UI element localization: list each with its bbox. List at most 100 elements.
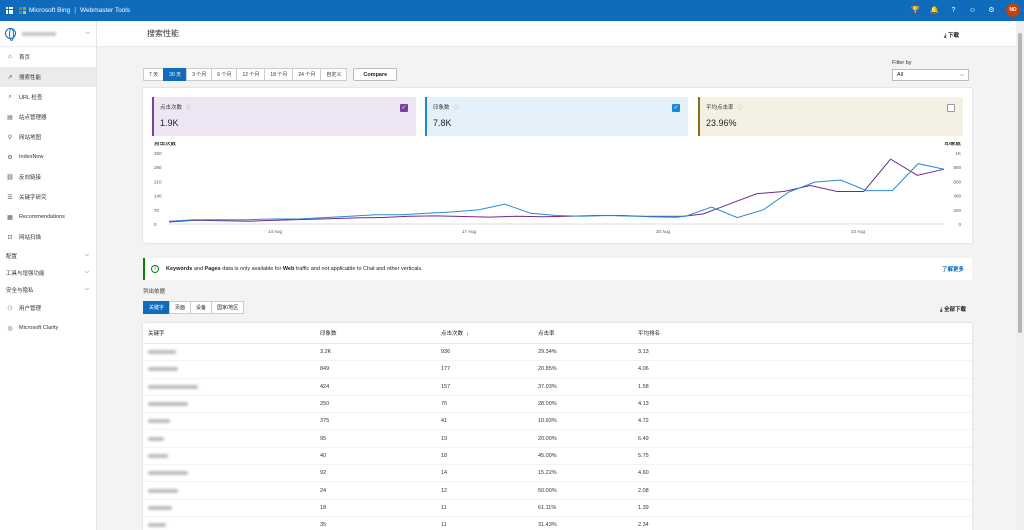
table-row[interactable]: 95 19 20.00% 6.49 [143,430,972,448]
table-row[interactable]: 375 41 10.93% 4.72 [143,413,972,431]
sidebar-item-search[interactable]: ⌕ URL 检查 [0,87,96,107]
sidebar-item-list[interactable]: ☰ 关键字研究 [0,187,96,207]
cell-pos: 1.39 [638,504,649,511]
help-icon[interactable]: ? [949,7,958,14]
tab-date-range[interactable]: 24 个月 [292,68,322,81]
sidebar-item-link[interactable]: ⛓ 反向链接 [0,167,96,187]
tab-date-range[interactable]: 3 个月 [186,68,213,81]
metric-label-text: 印象数 [433,105,450,111]
metric-checkbox[interactable]: ✓ [672,104,680,112]
chevron-down-icon: ⌵ [84,269,89,275]
sidebar-item-label: 网站地图 [19,135,42,141]
keyword-redacted [148,453,168,458]
table-row[interactable]: 250 70 28.00% 4.13 [143,396,972,414]
tab-date-range[interactable]: 18 个月 [264,68,294,81]
performance-chart: 点击次数 印象数 0 0 70 200 140 400 210 600 280 800 350 1K 14 … [143,139,972,243]
sidebar-item-document[interactable]: ▤ 站点管理器 [0,107,96,127]
sidebar-item-label: 站点管理器 [19,115,47,121]
table-row[interactable]: 40 18 45.00% 5.75 [143,448,972,466]
tab-date-range[interactable]: 自定义 [320,68,348,81]
metric-card[interactable]: 平均点击率 ⓘ 23.96% [698,97,963,136]
info-icon[interactable]: ⓘ [738,105,743,111]
tab-date-range[interactable]: 6 个月 [211,68,238,81]
metric-card[interactable]: 印象数 ⓘ 7.8K ✓ [425,97,688,136]
sidebar-item-sitemap[interactable]: ⚲ 网站地图 [0,127,96,147]
sidebar-item-trend[interactable]: ↗ 搜索性能 [0,67,96,87]
tab-date-range[interactable]: 7 天 [143,68,165,81]
filter-label: Filter by [892,60,912,66]
cell-clicks: 12 [441,487,448,494]
sort-desc-icon[interactable]: ↓ [466,331,469,337]
table-row[interactable]: 424 157 37.03% 1.58 [143,379,972,396]
tab-group-by[interactable]: 关键字 [143,301,171,314]
sidebar-item-clarity[interactable]: ◎ Microsoft Clarity [0,318,96,338]
rewards-icon[interactable]: 🏆 [911,6,920,14]
product-name[interactable]: Webmaster Tools [80,7,130,14]
table-row[interactable]: 18 11 61.11% 1.39 [143,500,972,517]
filter-select[interactable]: All ⌵ [892,69,969,81]
app-launcher-icon[interactable] [6,7,13,14]
table-row[interactable]: 3.2K 936 29.34% 3.13 [143,344,972,362]
column-header[interactable]: 点击率 [538,329,638,337]
page-scrollbar[interactable] [1016,21,1024,530]
download-all-button[interactable]: ⤓ 全部下载 [940,305,966,314]
compare-button[interactable]: Compare [353,68,398,81]
tab-group-by[interactable]: 国家/地区 [211,301,245,314]
info-icon[interactable]: ⓘ [186,105,191,111]
keywords-table: 关键字 印象数 点击次数 ↓ 点击率 平均排名 3.2K 936 29.34% 3.13 849 1… [143,323,972,530]
scrollbar-thumb[interactable] [1018,33,1022,333]
gear-icon: ⚙ [7,154,13,161]
download-label: 下载 [947,33,959,39]
sidebar-item-home[interactable]: ⌂ 首页 [0,47,96,67]
table-body: 3.2K 936 29.34% 3.13 849 177 20.85% 4.06 424 157 3… [143,344,972,530]
notice-text-part: Pages [204,266,221,272]
sidebar-group[interactable]: 安全与隐私 ⌵ [0,281,96,298]
sidebar-group[interactable]: 工具与增强功能 ⌵ [0,264,96,281]
sidebar-group[interactable]: 配置 ⌵ [0,247,96,264]
column-header[interactable]: 关键字 [143,329,320,337]
download-button[interactable]: ⤓ 下载 [944,31,959,40]
metric-card[interactable]: 点击次数 ⓘ 1.9K ✓ [152,97,416,136]
info-icon: i [151,265,159,273]
smiley-icon[interactable]: ☺ [968,7,977,14]
metric-value: 7.8K [433,118,452,128]
sidebar-item-users[interactable]: ⚇ 用户管理 [0,298,96,318]
chevron-down-icon: ⌵ [85,30,90,36]
notice-text-part: data is only available for [220,266,283,272]
cell-impr: 849 [320,366,330,373]
download-icon: ⤓ [940,307,943,313]
settings-icon[interactable]: ⚙ [987,6,996,14]
site-selector[interactable]: ⌵ [0,21,96,47]
column-header[interactable]: 点击次数 ↓ [441,329,538,337]
y-tick-right: 600 [953,179,961,184]
tab-date-range[interactable]: 30 天 [163,68,188,81]
sidebar-item-gear[interactable]: ⚙ IndexNow [0,147,96,167]
link-icon: ⛓ [6,174,14,181]
y-tick-right: 400 [953,194,961,199]
x-tick-label: 14 Aug [268,229,283,234]
cell-ctr: 45.00% [538,452,557,459]
table-row[interactable]: 849 177 20.85% 4.06 [143,361,972,379]
table-row[interactable]: 24 12 50.00% 2.08 [143,482,972,500]
sidebar-item-clipboard[interactable]: ▦ Recommendations [0,207,96,227]
sidebar-nav: ⌂ 首页 ↗ 搜索性能 ⌕ URL 检查 ▤ 站点管理器 ⚲ 网站地图 ⚙ IndexNow ⛓ 反向链接… [0,47,96,338]
learn-more-link[interactable]: 了解更多 [942,265,964,273]
tab-date-range[interactable]: 12 个月 [236,68,266,81]
metric-label: 印象数 ⓘ [433,103,688,111]
brand-name[interactable]: Microsoft Bing [29,7,70,14]
metric-checkbox[interactable] [947,104,955,112]
sidebar-item-scan[interactable]: ⊡ 网站扫描 [0,227,96,247]
avatar[interactable]: ND [1006,3,1020,17]
column-header[interactable]: 平均排名 [638,329,738,337]
page-title: 搜索性能 [147,29,179,38]
bell-icon[interactable]: 🔔 [930,6,939,14]
info-icon[interactable]: ⓘ [454,105,459,111]
tab-group-by[interactable]: 设备 [190,301,213,314]
metric-checkbox[interactable]: ✓ [400,104,408,112]
table-row[interactable]: 35 11 31.43% 2.34 [143,517,972,530]
search-icon: ⌕ [8,93,12,100]
table-row[interactable]: 92 14 15.22% 4.60 [143,465,972,483]
tab-group-by[interactable]: 页面 [169,301,192,314]
column-header[interactable]: 印象数 [320,329,441,337]
y-tick-left: 140 [154,194,162,199]
